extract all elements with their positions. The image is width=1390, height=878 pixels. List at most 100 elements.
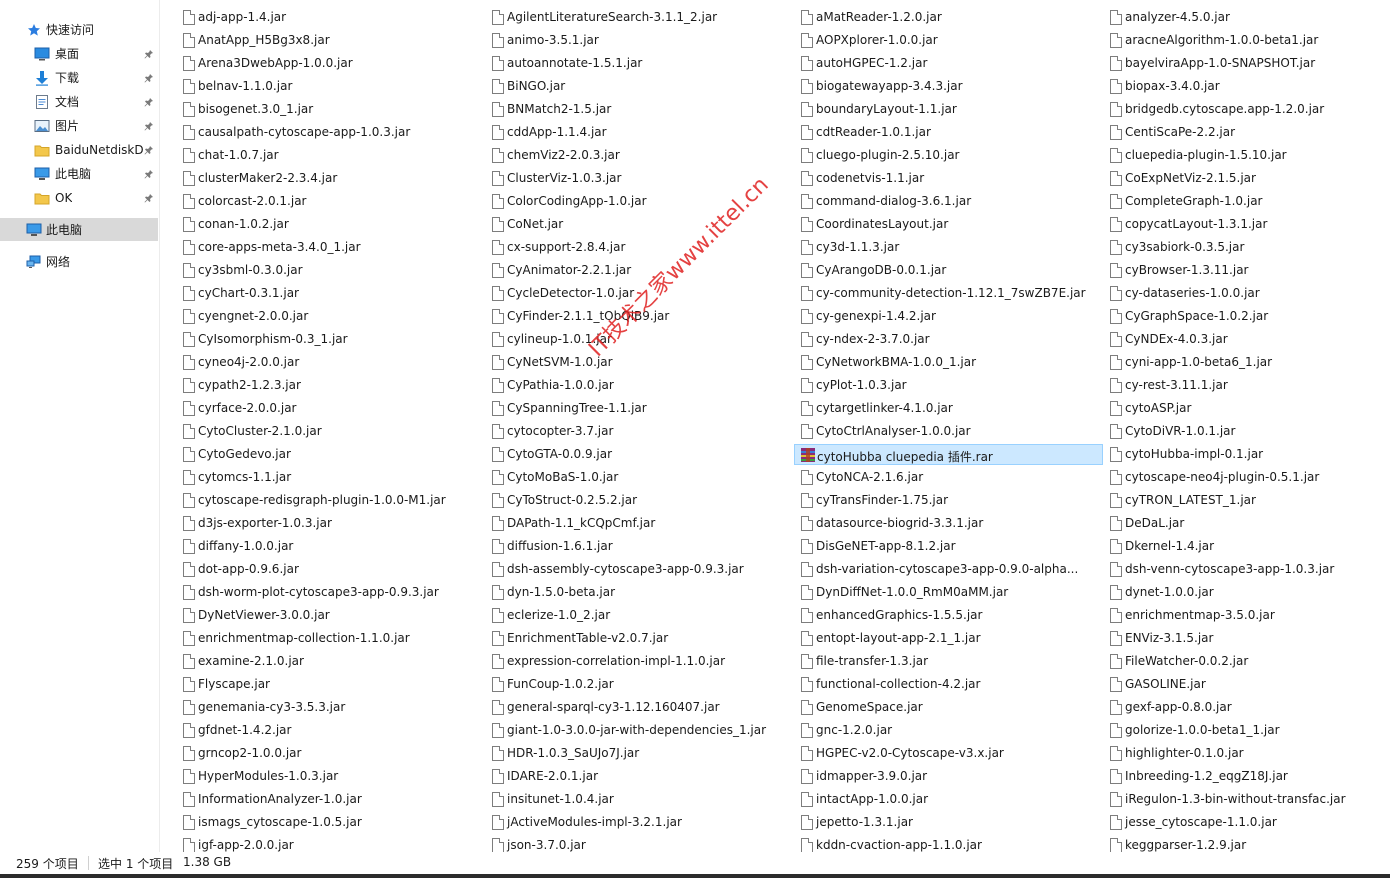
file-item[interactable]: boundaryLayout-1.1.jar — [794, 99, 1094, 120]
file-item[interactable]: analyzer-4.5.0.jar — [1103, 7, 1383, 28]
quick-access-item[interactable]: OK — [0, 186, 158, 209]
file-item[interactable]: copycatLayout-1.3.1.jar — [1103, 214, 1383, 235]
pin-icon[interactable] — [144, 97, 154, 107]
file-item[interactable]: cyChart-0.3.1.jar — [176, 283, 476, 304]
file-item[interactable]: file-transfer-1.3.jar — [794, 651, 1094, 672]
pin-icon[interactable] — [144, 193, 154, 203]
file-item[interactable]: CytoCluster-2.1.0.jar — [176, 421, 476, 442]
file-item[interactable]: CoordinatesLayout.jar — [794, 214, 1094, 235]
file-item[interactable]: general-sparql-cy3-1.12.160407.jar — [485, 697, 785, 718]
file-item[interactable]: cy3sbml-0.3.0.jar — [176, 260, 476, 281]
file-item[interactable]: expression-correlation-impl-1.1.0.jar — [485, 651, 785, 672]
file-item[interactable]: diffusion-1.6.1.jar — [485, 536, 785, 557]
file-item[interactable]: eclerize-1.0_2.jar — [485, 605, 785, 626]
file-item[interactable]: dsh-variation-cytoscape3-app-0.9.0-alpha… — [794, 559, 1094, 580]
file-item[interactable]: enhancedGraphics-1.5.5.jar — [794, 605, 1094, 626]
file-item[interactable]: GenomeSpace.jar — [794, 697, 1094, 718]
file-item[interactable]: cluepedia-plugin-1.5.10.jar — [1103, 145, 1383, 166]
file-item[interactable]: DAPath-1.1_kCQpCmf.jar — [485, 513, 785, 534]
file-item[interactable]: cddApp-1.1.4.jar — [485, 122, 785, 143]
file-item[interactable]: biopax-3.4.0.jar — [1103, 76, 1383, 97]
file-item[interactable]: json-3.7.0.jar — [485, 835, 785, 852]
file-item[interactable]: CoNet.jar — [485, 214, 785, 235]
file-item[interactable]: Arena3DwebApp-1.0.0.jar — [176, 53, 476, 74]
file-item[interactable]: jActiveModules-impl-3.2.1.jar — [485, 812, 785, 833]
file-item[interactable]: EnrichmentTable-v2.0.7.jar — [485, 628, 785, 649]
quick-access[interactable]: 快速访问 — [0, 18, 158, 41]
file-item[interactable]: cyPlot-1.0.3.jar — [794, 375, 1094, 396]
pin-icon[interactable] — [144, 49, 154, 59]
file-item[interactable]: DeDaL.jar — [1103, 513, 1383, 534]
file-item[interactable]: cy-ndex-2-3.7.0.jar — [794, 329, 1094, 350]
file-item[interactable]: Dkernel-1.4.jar — [1103, 536, 1383, 557]
file-item[interactable]: gexf-app-0.8.0.jar — [1103, 697, 1383, 718]
file-item[interactable]: colorcast-2.0.1.jar — [176, 191, 476, 212]
file-item[interactable]: autoHGPEC-1.2.jar — [794, 53, 1094, 74]
file-item[interactable]: datasource-biogrid-3.3.1.jar — [794, 513, 1094, 534]
pin-icon[interactable] — [144, 121, 154, 131]
file-item[interactable]: cytomcs-1.1.jar — [176, 467, 476, 488]
file-item[interactable]: cyni-app-1.0-beta6_1.jar — [1103, 352, 1383, 373]
file-item[interactable]: cy3sabiork-0.3.5.jar — [1103, 237, 1383, 258]
file-item[interactable]: cy-genexpi-1.4.2.jar — [794, 306, 1094, 327]
file-item[interactable]: dsh-worm-plot-cytoscape3-app-0.9.3.jar — [176, 582, 476, 603]
file-item[interactable]: FileWatcher-0.0.2.jar — [1103, 651, 1383, 672]
file-item[interactable]: cytargetlinker-4.1.0.jar — [794, 398, 1094, 419]
file-item[interactable]: HyperModules-1.0.3.jar — [176, 766, 476, 787]
file-item[interactable]: CytoMoBaS-1.0.jar — [485, 467, 785, 488]
file-item[interactable]: AgilentLiteratureSearch-3.1.1_2.jar — [485, 7, 785, 28]
file-item[interactable]: bayelviraApp-1.0-SNAPSHOT.jar — [1103, 53, 1383, 74]
file-item[interactable]: intactApp-1.0.0.jar — [794, 789, 1094, 810]
file-item[interactable]: ClusterViz-1.0.3.jar — [485, 168, 785, 189]
file-item[interactable]: CyFinder-2.1.1_tObQlB9.jar — [485, 306, 785, 327]
file-item[interactable]: d3js-exporter-1.0.3.jar — [176, 513, 476, 534]
pin-icon[interactable] — [144, 73, 154, 83]
file-item[interactable]: cytoHubba-impl-0.1.jar — [1103, 444, 1383, 465]
file-item[interactable]: CytoGedevo.jar — [176, 444, 476, 465]
file-item[interactable]: cdtReader-1.0.1.jar — [794, 122, 1094, 143]
file-item[interactable]: aracneAlgorithm-1.0.0-beta1.jar — [1103, 30, 1383, 51]
file-item[interactable]: genemania-cy3-3.5.3.jar — [176, 697, 476, 718]
file-item[interactable]: cy3d-1.1.3.jar — [794, 237, 1094, 258]
file-item[interactable]: cyBrowser-1.3.11.jar — [1103, 260, 1383, 281]
file-item[interactable]: igf-app-2.0.0.jar — [176, 835, 476, 852]
file-item[interactable]: CyGraphSpace-1.0.2.jar — [1103, 306, 1383, 327]
file-item[interactable]: cyrface-2.0.0.jar — [176, 398, 476, 419]
file-item[interactable]: AnatApp_H5Bg3x8.jar — [176, 30, 476, 51]
file-item[interactable]: InformationAnalyzer-1.0.jar — [176, 789, 476, 810]
quick-access-item[interactable]: 图片 — [0, 114, 158, 137]
file-item[interactable]: cluego-plugin-2.5.10.jar — [794, 145, 1094, 166]
file-item[interactable]: cy-dataseries-1.0.0.jar — [1103, 283, 1383, 304]
file-item[interactable]: command-dialog-3.6.1.jar — [794, 191, 1094, 212]
file-item[interactable]: CyArangoDB-0.0.1.jar — [794, 260, 1094, 281]
quick-access-item[interactable]: 下载 — [0, 66, 158, 89]
file-item[interactable]: HDR-1.0.3_SaUJo7J.jar — [485, 743, 785, 764]
file-item[interactable]: ENViz-3.1.5.jar — [1103, 628, 1383, 649]
file-item[interactable]: gnc-1.2.0.jar — [794, 720, 1094, 741]
file-item[interactable]: cyTRON_LATEST_1.jar — [1103, 490, 1383, 511]
file-item[interactable]: bisogenet.3.0_1.jar — [176, 99, 476, 120]
file-item[interactable]: CytoDiVR-1.0.1.jar — [1103, 421, 1383, 442]
file-item[interactable]: causalpath-cytoscape-app-1.0.3.jar — [176, 122, 476, 143]
file-item[interactable]: animo-3.5.1.jar — [485, 30, 785, 51]
file-item[interactable]: adj-app-1.4.jar — [176, 7, 476, 28]
file-item[interactable]: CyNDEx-4.0.3.jar — [1103, 329, 1383, 350]
file-item[interactable]: DynDiffNet-1.0.0_RmM0aMM.jar — [794, 582, 1094, 603]
file-item[interactable]: keggparser-1.2.9.jar — [1103, 835, 1383, 852]
file-item[interactable]: core-apps-meta-3.4.0_1.jar — [176, 237, 476, 258]
file-item[interactable]: CyIsomorphism-0.3_1.jar — [176, 329, 476, 350]
file-item[interactable]: CytoNCA-2.1.6.jar — [794, 467, 1094, 488]
pin-icon[interactable] — [144, 169, 154, 179]
file-item-selected[interactable]: cytoHubba cluepedia 插件.rar — [794, 444, 1103, 465]
file-item[interactable]: insitunet-1.0.4.jar — [485, 789, 785, 810]
file-item[interactable]: entopt-layout-app-2.1_1.jar — [794, 628, 1094, 649]
file-item[interactable]: clusterMaker2-2.3.4.jar — [176, 168, 476, 189]
file-item[interactable]: CyToStruct-0.2.5.2.jar — [485, 490, 785, 511]
network-item[interactable]: 网络 — [0, 250, 158, 273]
file-item[interactable]: gfdnet-1.4.2.jar — [176, 720, 476, 741]
file-item[interactable]: cyengnet-2.0.0.jar — [176, 306, 476, 327]
file-item[interactable]: cypath2-1.2.3.jar — [176, 375, 476, 396]
file-item[interactable]: CytoGTA-0.0.9.jar — [485, 444, 785, 465]
file-item[interactable]: chat-1.0.7.jar — [176, 145, 476, 166]
file-item[interactable]: GASOLINE.jar — [1103, 674, 1383, 695]
